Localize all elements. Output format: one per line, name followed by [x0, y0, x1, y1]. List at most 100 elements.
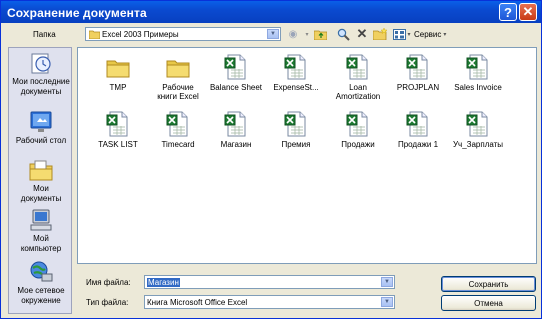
place-network[interactable]: Мое сетевое окружение [9, 260, 73, 306]
file-item[interactable]: Loan Amortization [328, 54, 388, 101]
close-button[interactable]: ✕ [519, 3, 537, 21]
file-label: Продажи [341, 140, 375, 149]
views-icon [393, 28, 407, 40]
chevron-down-icon: ▼ [267, 29, 279, 39]
place-label: компьютер [20, 244, 62, 253]
file-label: Timecard [161, 140, 195, 149]
close-icon: ✕ [522, 4, 534, 19]
file-item[interactable]: Уч_Зарплаты [448, 111, 508, 149]
place-my-computer[interactable]: Мой компьютер [9, 208, 73, 254]
file-label: TMP [109, 83, 127, 92]
file-label: Balance Sheet [209, 83, 263, 92]
recent-documents-icon [31, 53, 51, 74]
file-label: TASK LIST [98, 140, 138, 149]
file-item[interactable]: PROJPLAN [388, 54, 448, 92]
network-places-icon [30, 261, 53, 282]
places-bar: Мои последние документы Рабочий стол Мои… [8, 47, 72, 314]
search-icon [337, 28, 350, 41]
delete-icon: ✕ [356, 26, 368, 41]
file-item[interactable]: Продажи 1 [388, 111, 448, 149]
file-item[interactable]: Timecard [148, 111, 208, 149]
excel-file-icon [106, 111, 128, 137]
title-bar[interactable]: Сохранение документа ? ✕ [1, 1, 541, 23]
file-item[interactable]: Продажи [328, 111, 388, 149]
file-list[interactable]: TMP Рабочие книги Excel Balance Sheet Expens… [77, 47, 537, 264]
service-label: Сервис [414, 29, 442, 39]
dialog-title: Сохранение документа [7, 6, 147, 20]
excel-file-icon [466, 54, 488, 80]
save-dialog: Сохранение документа ? ✕ Папка Excel 200… [0, 0, 542, 319]
chevron-down-icon: ▼ [381, 297, 393, 307]
file-item[interactable]: TASK LIST [88, 111, 148, 149]
save-button-label: Сохранить [468, 279, 509, 289]
folder-icon [106, 60, 130, 78]
place-label: окружение [21, 296, 61, 305]
place-recent-documents[interactable]: Мои последние документы [9, 51, 73, 97]
chevron-down-icon: ▼ [381, 277, 393, 287]
file-label: Продажи 1 [397, 140, 439, 149]
file-label: книги Excel [157, 92, 199, 101]
back-button[interactable]: ◉ [286, 27, 300, 41]
place-label: документы [20, 194, 62, 203]
service-menu-button[interactable]: Сервис ▾ [414, 27, 462, 41]
cancel-button[interactable]: Отмена [441, 295, 536, 311]
excel-file-icon [406, 54, 428, 80]
dropdown-arrow-icon: ▾ [407, 31, 411, 38]
file-label: Loan [349, 83, 367, 92]
filename-label: Имя файла: [86, 278, 131, 287]
new-folder-button[interactable] [373, 27, 387, 41]
filetype-value: Книга Microsoft Office Excel [147, 298, 248, 307]
file-label: Уч_Зарплаты [452, 140, 504, 149]
views-button[interactable]: ▾ [392, 27, 412, 41]
excel-file-icon [166, 111, 188, 137]
help-icon: ? [504, 4, 512, 20]
file-item[interactable]: Магазин [206, 111, 266, 149]
place-label: Рабочий стол [15, 136, 67, 145]
file-item[interactable]: Balance Sheet [206, 54, 266, 92]
file-item[interactable]: ExpenseSt... [266, 54, 326, 92]
folder-dropdown[interactable]: Excel 2003 Примеры ▼ [85, 27, 281, 41]
folder-value: Excel 2003 Примеры [102, 30, 179, 39]
delete-button[interactable]: ✕ [355, 26, 369, 41]
cancel-button-label: Отмена [474, 298, 503, 308]
filetype-label: Тип файла: [86, 298, 129, 307]
file-label: Sales Invoice [454, 83, 502, 92]
excel-file-icon [224, 54, 246, 80]
file-label: Рабочие [162, 83, 194, 92]
my-computer-icon [30, 209, 52, 231]
folder-small-icon [89, 30, 100, 39]
place-label: Мой [33, 234, 49, 243]
file-item[interactable]: Sales Invoice [448, 54, 508, 92]
file-label: PROJPLAN [396, 83, 440, 92]
back-dropdown-button[interactable]: ▾ [300, 27, 314, 41]
excel-file-icon [284, 54, 306, 80]
file-label: Магазин [220, 140, 252, 149]
save-button[interactable]: Сохранить [441, 276, 536, 292]
dropdown-arrow-icon: ▾ [443, 31, 447, 38]
excel-file-icon [406, 111, 428, 137]
help-button[interactable]: ? [499, 3, 517, 21]
file-label: ExpenseSt... [273, 83, 319, 92]
file-item[interactable]: TMP [88, 54, 148, 92]
filename-input[interactable]: Магазин ▼ [144, 275, 395, 289]
folder-icon [166, 60, 190, 78]
place-label: Мое сетевое [17, 286, 65, 295]
filetype-dropdown[interactable]: Книга Microsoft Office Excel ▼ [144, 295, 395, 309]
search-web-button[interactable] [336, 27, 350, 41]
up-folder-button[interactable] [313, 27, 327, 41]
new-folder-icon [373, 28, 387, 40]
excel-file-icon [346, 111, 368, 137]
my-documents-icon [29, 160, 53, 181]
file-item[interactable]: Премия [266, 111, 326, 149]
filename-value: Магазин [147, 278, 180, 287]
file-label: Amortization [335, 92, 381, 101]
place-label: Мои последние [12, 77, 70, 86]
place-label: документы [20, 87, 62, 96]
place-desktop[interactable]: Рабочий стол [9, 110, 73, 146]
dropdown-arrow-icon: ▾ [305, 31, 309, 38]
excel-file-icon [224, 111, 246, 137]
file-item[interactable]: Рабочие книги Excel [148, 54, 208, 101]
back-icon: ◉ [288, 28, 298, 40]
place-my-documents[interactable]: Мои документы [9, 158, 73, 204]
file-label: Премия [281, 140, 311, 149]
